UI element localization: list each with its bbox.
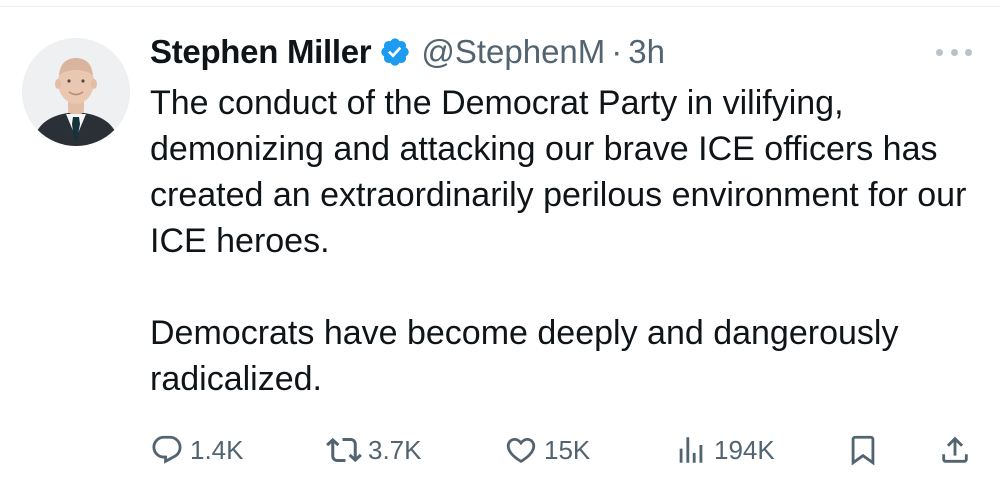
avatar-photo (22, 38, 130, 146)
bookmark-icon (846, 433, 880, 467)
tweet-timestamp[interactable]: 3h (628, 33, 665, 71)
views-chart-icon (674, 433, 708, 467)
share-icon (938, 433, 972, 467)
repost-button[interactable]: 3.7K (326, 428, 422, 472)
avatar[interactable] (22, 38, 130, 146)
more-dot (936, 48, 943, 56)
tweet-header: Stephen Miller @StephenM · 3h (150, 30, 665, 74)
top-divider (0, 6, 1000, 7)
views-button[interactable]: 194K (674, 428, 775, 472)
header-separator: · (611, 33, 623, 70)
like-count: 15K (544, 434, 591, 465)
tweet-body: The conduct of the Democrat Party in vil… (150, 80, 980, 402)
reply-button[interactable]: 1.4K (150, 428, 244, 472)
more-dot (950, 48, 958, 56)
tweet-paragraph: The conduct of the Democrat Party in vil… (150, 84, 967, 260)
more-dot (965, 48, 972, 56)
more-dots-icon[interactable] (936, 42, 972, 62)
author-handle[interactable]: @StephenM (421, 33, 605, 71)
share-button[interactable] (938, 428, 972, 472)
verified-badge-icon[interactable] (379, 36, 411, 68)
like-button[interactable]: 15K (504, 428, 590, 472)
tweet-actions-bar: 1.4K 3.7K 15K 194K (150, 428, 980, 472)
repost-count: 3.7K (368, 434, 422, 465)
repost-icon (326, 432, 362, 468)
reply-count: 1.4K (190, 434, 244, 465)
bookmark-button[interactable] (846, 428, 880, 472)
reply-icon (150, 433, 184, 467)
heart-icon (504, 433, 538, 467)
tweet-paragraph: Democrats have become deeply and dangero… (150, 314, 899, 398)
views-count: 194K (714, 434, 775, 465)
author-name[interactable]: Stephen Miller (150, 33, 372, 71)
